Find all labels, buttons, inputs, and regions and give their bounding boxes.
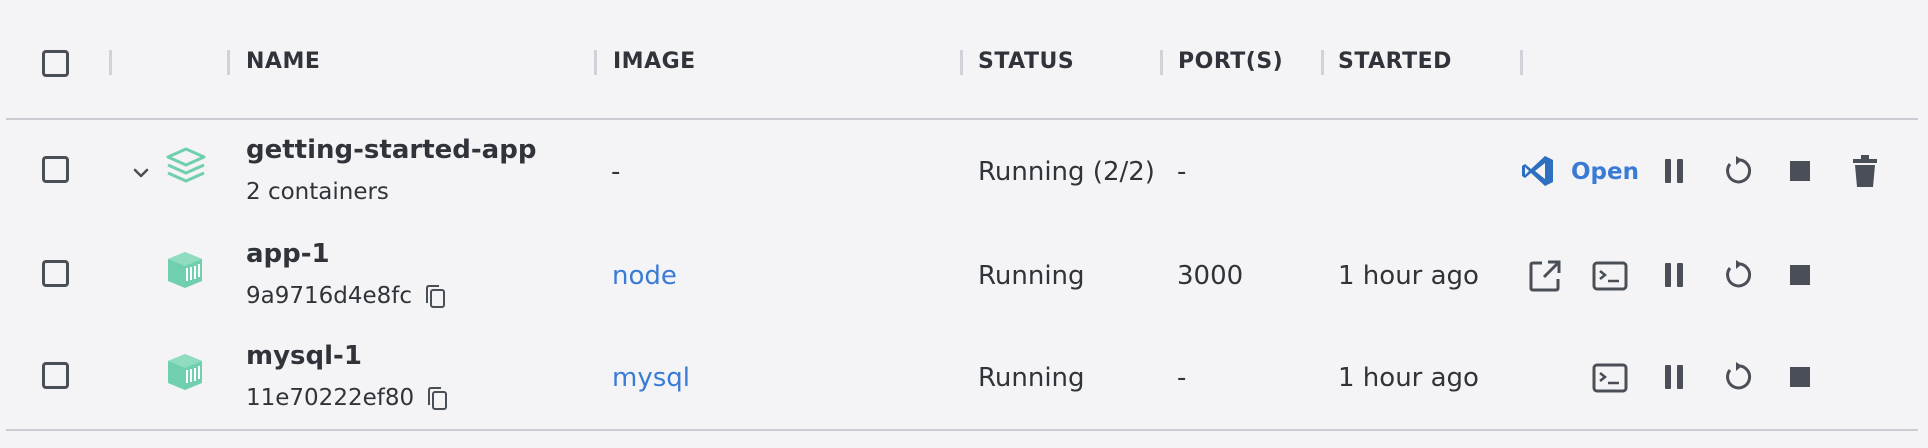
stop-icon[interactable] — [1788, 365, 1812, 389]
column-header-ports[interactable]: PORT(S) — [1178, 48, 1283, 76]
container-icon — [168, 252, 202, 288]
row-checkbox[interactable] — [42, 260, 69, 287]
column-header-status[interactable]: STATUS — [978, 48, 1074, 76]
table-row-container[interactable]: app-1 9a9716d4e8fc node Running 3000 1 h… — [0, 226, 1928, 326]
column-separator[interactable] — [227, 50, 230, 75]
layers-icon — [166, 147, 206, 183]
table-row-stack[interactable]: getting-started-app 2 containers - Runni… — [0, 122, 1928, 222]
terminal-icon[interactable] — [1592, 261, 1628, 291]
started-cell: 1 hour ago — [1338, 363, 1479, 393]
row-checkbox[interactable] — [42, 156, 69, 183]
ports-cell: 3000 — [1177, 261, 1244, 291]
container-name[interactable]: mysql-1 — [246, 340, 362, 372]
chevron-down-icon[interactable] — [130, 162, 152, 184]
column-separator[interactable] — [594, 50, 597, 75]
restart-icon[interactable] — [1721, 361, 1753, 393]
trash-icon[interactable] — [1850, 154, 1880, 188]
pause-icon[interactable] — [1660, 156, 1688, 186]
copy-icon[interactable] — [424, 284, 448, 310]
ports-cell: - — [1177, 363, 1187, 393]
container-name[interactable]: app-1 — [246, 238, 330, 270]
pause-icon[interactable] — [1660, 362, 1688, 392]
column-separator[interactable] — [1520, 50, 1523, 75]
image-cell: - — [611, 157, 621, 187]
ports-cell: - — [1177, 157, 1187, 187]
row-checkbox[interactable] — [42, 362, 69, 389]
select-all-checkbox[interactable] — [42, 50, 69, 77]
open-in-browser-icon[interactable] — [1528, 259, 1562, 293]
column-separator[interactable] — [960, 50, 963, 75]
stop-icon[interactable] — [1788, 263, 1812, 287]
container-id: 9a9716d4e8fc — [246, 283, 413, 309]
column-separator[interactable] — [1160, 50, 1163, 75]
column-header-image[interactable]: IMAGE — [613, 48, 696, 76]
status-cell: Running — [978, 363, 1085, 393]
open-in-vscode-button[interactable]: Open — [1571, 158, 1639, 186]
terminal-icon[interactable] — [1592, 363, 1628, 393]
copy-icon[interactable] — [426, 386, 450, 412]
table-row-container[interactable]: mysql-1 11e70222ef80 mysql Running - 1 h… — [0, 328, 1928, 428]
status-cell: Running (2/2) — [978, 157, 1155, 187]
stack-name[interactable]: getting-started-app — [246, 134, 536, 166]
container-icon — [168, 354, 202, 390]
stack-subtitle: 2 containers — [246, 179, 389, 205]
table-header: NAME IMAGE STATUS PORT(S) STARTED — [0, 0, 1928, 118]
pause-icon[interactable] — [1660, 260, 1688, 290]
status-cell: Running — [978, 261, 1085, 291]
started-cell: 1 hour ago — [1338, 261, 1479, 291]
image-link[interactable]: mysql — [612, 362, 690, 394]
column-header-started[interactable]: STARTED — [1338, 48, 1452, 76]
image-link[interactable]: node — [612, 260, 677, 292]
container-id: 11e70222ef80 — [246, 385, 415, 411]
column-header-name[interactable]: NAME — [246, 48, 320, 76]
restart-icon[interactable] — [1721, 259, 1753, 291]
table-bottom-divider — [6, 429, 1918, 431]
vscode-icon[interactable] — [1521, 154, 1555, 188]
header-divider — [6, 118, 1918, 120]
restart-icon[interactable] — [1721, 155, 1753, 187]
stop-icon[interactable] — [1788, 159, 1812, 183]
containers-table: NAME IMAGE STATUS PORT(S) STARTED gettin… — [0, 0, 1928, 448]
column-separator[interactable] — [109, 50, 112, 75]
column-separator[interactable] — [1321, 50, 1324, 75]
